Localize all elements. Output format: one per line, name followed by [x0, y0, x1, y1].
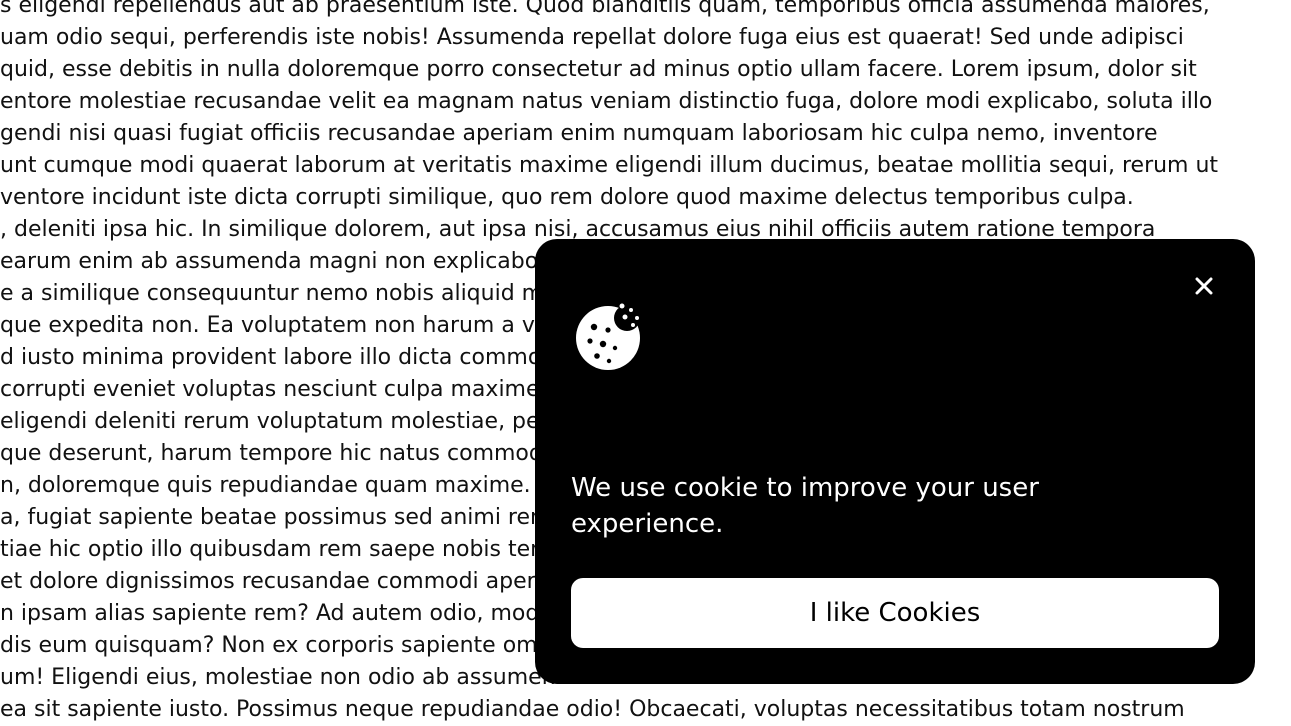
- article-line: uam odio sequi, perferendis iste nobis! …: [0, 25, 1184, 50]
- article-line: quid, esse debitis in nulla doloremque p…: [0, 57, 1197, 82]
- accept-cookies-button[interactable]: I like Cookies: [571, 578, 1219, 648]
- article-line: ea sit sapiente iusto. Possimus neque re…: [0, 697, 1185, 722]
- article-line: s eligendi repellendus aut ab praesentiu…: [0, 0, 1210, 18]
- cookie-message: We use cookie to improve your user exper…: [571, 473, 1039, 539]
- close-button[interactable]: [1187, 269, 1221, 303]
- cookie-icon: [576, 303, 640, 370]
- close-icon: [1195, 277, 1213, 295]
- cookie-consent-popup: We use cookie to improve your user exper…: [535, 239, 1255, 684]
- article-line: gendi nisi quasi fugiat officiis recusan…: [0, 121, 1158, 146]
- article-line: unt cumque modi quaerat laborum at verit…: [0, 153, 1219, 178]
- article-line: ventore incidunt iste dicta corrupti sim…: [0, 185, 1134, 210]
- article-line: entore molestiae recusandae velit ea mag…: [0, 89, 1213, 114]
